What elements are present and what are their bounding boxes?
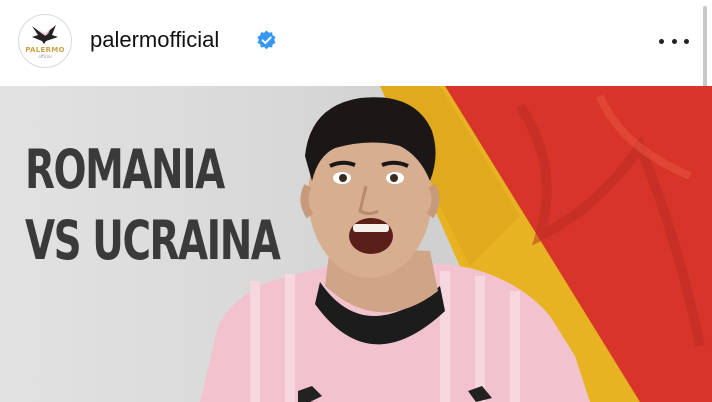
more-options-icon-dot	[671, 38, 677, 44]
post-header: PALERMO official palermofficial	[0, 0, 712, 128]
more-options-icon-dot	[684, 38, 689, 44]
avatar-sublabel: official	[38, 54, 52, 59]
post-image[interactable]: ROMANIA VS UCRAINA	[0, 86, 712, 402]
username-link[interactable]: palermofficial	[90, 27, 219, 53]
headline-line-1: ROMANIA	[25, 138, 225, 201]
palermo-eagle-crest-icon	[32, 25, 58, 44]
avatar-label: PALERMO	[25, 46, 65, 54]
headline-line-2: VS UCRAINA	[25, 209, 281, 272]
avatar[interactable]: PALERMO official	[18, 14, 72, 68]
verified-badge-icon	[257, 30, 276, 50]
more-options-button[interactable]	[659, 37, 689, 45]
more-options-icon-dot	[659, 38, 664, 44]
player-head	[300, 97, 440, 278]
post-headline: ROMANIA VS UCRAINA	[25, 134, 281, 276]
